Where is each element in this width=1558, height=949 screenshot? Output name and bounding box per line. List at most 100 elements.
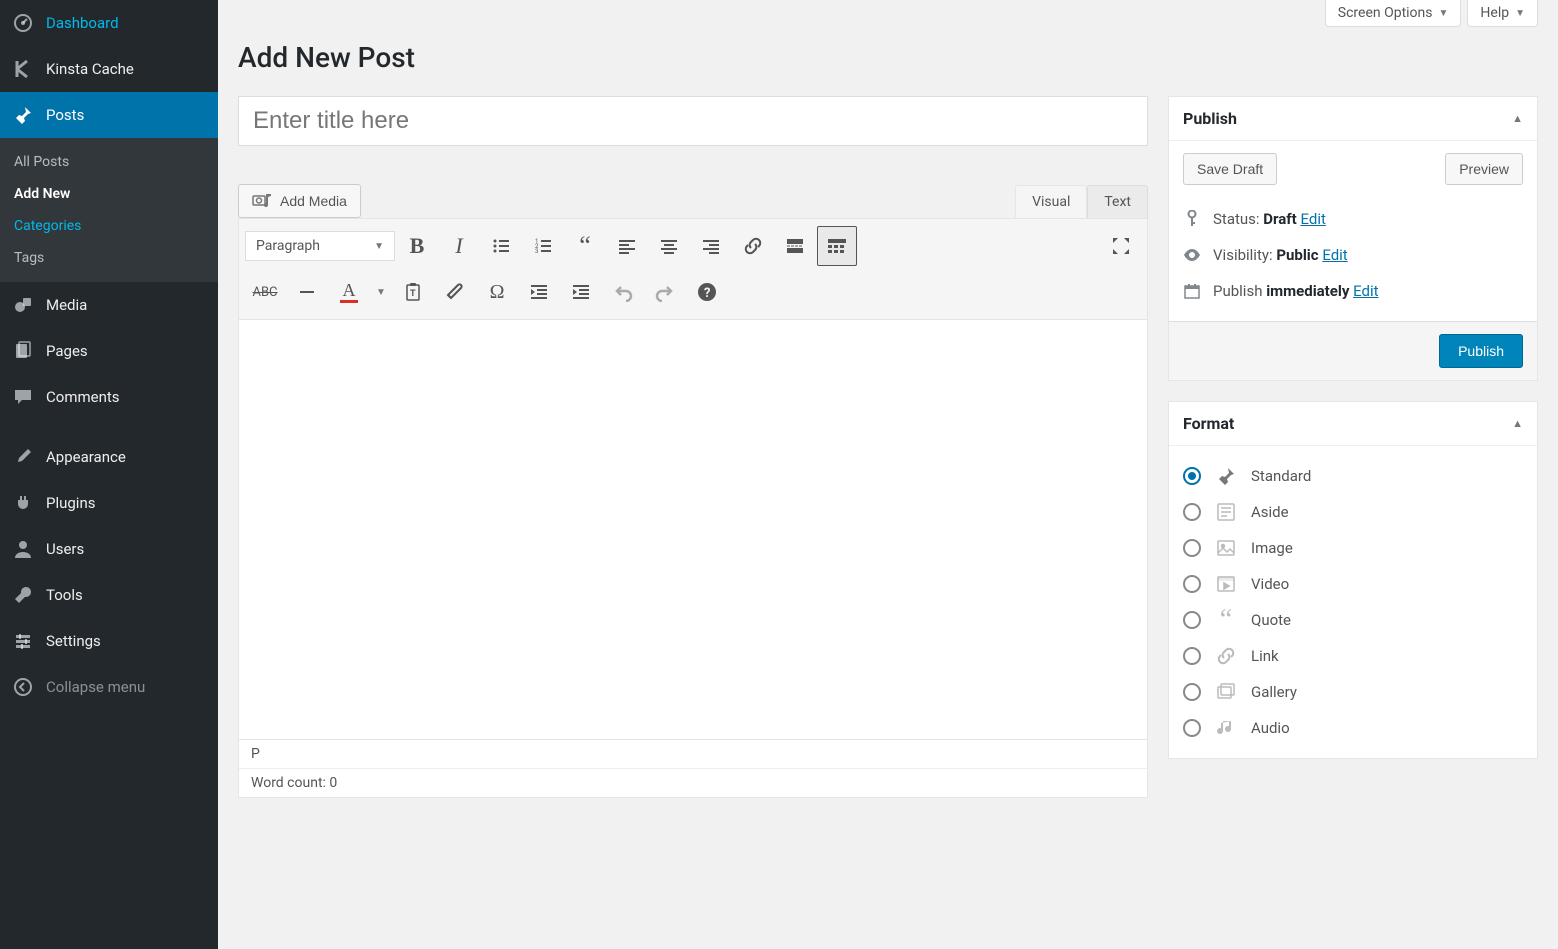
post-title-input[interactable] [238,96,1148,146]
radio-icon [1183,683,1201,701]
tab-label: Help [1480,5,1509,21]
save-draft-button[interactable]: Save Draft [1183,153,1277,185]
sidebar-item-posts[interactable]: Posts [0,92,218,138]
schedule-row: Publish immediately Edit [1183,273,1523,309]
add-media-button[interactable]: Add Media [238,184,361,218]
special-char-button[interactable]: Ω [477,272,517,312]
sidebar-item-users[interactable]: Users [0,526,218,572]
visibility-value: Public [1276,246,1318,264]
format-select-value: Paragraph [256,238,320,254]
format-option-gallery[interactable]: Gallery [1183,674,1523,710]
sidebar-item-pages[interactable]: Pages [0,328,218,374]
kinsta-icon [12,58,34,80]
metabox-toggle[interactable]: ▲ [1512,112,1523,125]
editor-tab-text[interactable]: Text [1087,185,1148,218]
format-label: Image [1251,539,1293,557]
text-color-dropdown[interactable]: ▼ [371,272,391,312]
strikethrough-button[interactable]: ABC [245,272,285,312]
format-option-standard[interactable]: Standard [1183,458,1523,494]
sidebar-item-comments[interactable]: Comments [0,374,218,420]
radio-icon [1183,503,1201,521]
format-select[interactable]: Paragraph ▼ [245,231,395,261]
format-option-aside[interactable]: Aside [1183,494,1523,530]
status-label: Status: [1213,210,1263,228]
format-metabox: Format ▲ Standard Aside [1168,401,1538,759]
sidebar-label: Comments [46,388,120,406]
sidebar-item-dashboard[interactable]: Dashboard [0,0,218,46]
bold-button[interactable]: B [397,226,437,266]
sidebar-item-plugins[interactable]: Plugins [0,480,218,526]
horizontal-rule-button[interactable] [287,272,327,312]
format-option-audio[interactable]: Audio [1183,710,1523,746]
fullscreen-button[interactable] [1101,226,1141,266]
pin-icon [12,104,34,126]
edit-status-link[interactable]: Edit [1300,210,1325,228]
page-title: Add New Post [238,41,1538,74]
radio-icon [1183,719,1201,737]
toolbar-toggle-button[interactable] [817,226,857,266]
publish-value: immediately [1266,282,1349,300]
submenu-categories[interactable]: Categories [0,210,218,242]
calendar-icon [1183,283,1201,299]
comment-icon [12,386,34,408]
sidebar-label: Kinsta Cache [46,60,134,78]
paste-text-button[interactable]: T [393,272,433,312]
edit-schedule-link[interactable]: Edit [1353,282,1378,300]
editor-toolbar: Paragraph ▼ B I 123 “ [238,218,1148,320]
visibility-row: Visibility: Public Edit [1183,237,1523,273]
help-tab[interactable]: Help ▼ [1467,0,1538,27]
sidebar-item-appearance[interactable]: Appearance [0,434,218,480]
outdent-button[interactable] [519,272,559,312]
editor-tab-visual[interactable]: Visual [1015,185,1087,218]
sidebar-item-media[interactable]: Media [0,282,218,328]
svg-text:?: ? [704,286,710,301]
edit-visibility-link[interactable]: Edit [1322,246,1347,264]
italic-button[interactable]: I [439,226,479,266]
number-list-button[interactable]: 123 [523,226,563,266]
read-more-button[interactable] [775,226,815,266]
blockquote-button[interactable]: “ [565,226,605,266]
sidebar-label: Collapse menu [46,678,145,696]
svg-text:3: 3 [535,248,538,255]
format-option-link[interactable]: Link [1183,638,1523,674]
audio-icon [1215,717,1237,739]
metabox-toggle[interactable]: ▲ [1512,417,1523,430]
bullet-list-button[interactable] [481,226,521,266]
help-button[interactable]: ? [687,272,727,312]
sidebar-item-kinsta[interactable]: Kinsta Cache [0,46,218,92]
link-icon [1215,645,1237,667]
radio-icon [1183,467,1201,485]
format-option-image[interactable]: Image [1183,530,1523,566]
screen-options-tab[interactable]: Screen Options ▼ [1325,0,1462,27]
pin-icon [1215,465,1237,487]
undo-button[interactable] [603,272,643,312]
dashboard-icon [12,12,34,34]
link-button[interactable] [733,226,773,266]
word-count: Word count: 0 [239,768,1147,797]
submenu-all-posts[interactable]: All Posts [0,146,218,178]
format-option-video[interactable]: Video [1183,566,1523,602]
tab-label: Screen Options [1338,5,1433,21]
radio-icon [1183,539,1201,557]
align-right-button[interactable] [691,226,731,266]
sidebar-collapse[interactable]: Collapse menu [0,664,218,710]
sidebar-label: Dashboard [46,14,119,32]
text-color-button[interactable]: A [329,272,369,312]
sidebar-item-settings[interactable]: Settings [0,618,218,664]
user-icon [12,538,34,560]
clear-formatting-button[interactable] [435,272,475,312]
submenu-tags[interactable]: Tags [0,242,218,274]
submenu-add-new[interactable]: Add New [0,178,218,210]
redo-button[interactable] [645,272,685,312]
format-option-quote[interactable]: “ Quote [1183,602,1523,638]
indent-button[interactable] [561,272,601,312]
align-left-button[interactable] [607,226,647,266]
align-center-button[interactable] [649,226,689,266]
sidebar-label: Tools [46,586,83,604]
content-editor[interactable] [238,320,1148,740]
format-label: Link [1251,647,1279,665]
sidebar-item-tools[interactable]: Tools [0,572,218,618]
preview-button[interactable]: Preview [1445,153,1523,185]
publish-button[interactable]: Publish [1439,334,1523,368]
sidebar-label: Media [46,296,87,314]
